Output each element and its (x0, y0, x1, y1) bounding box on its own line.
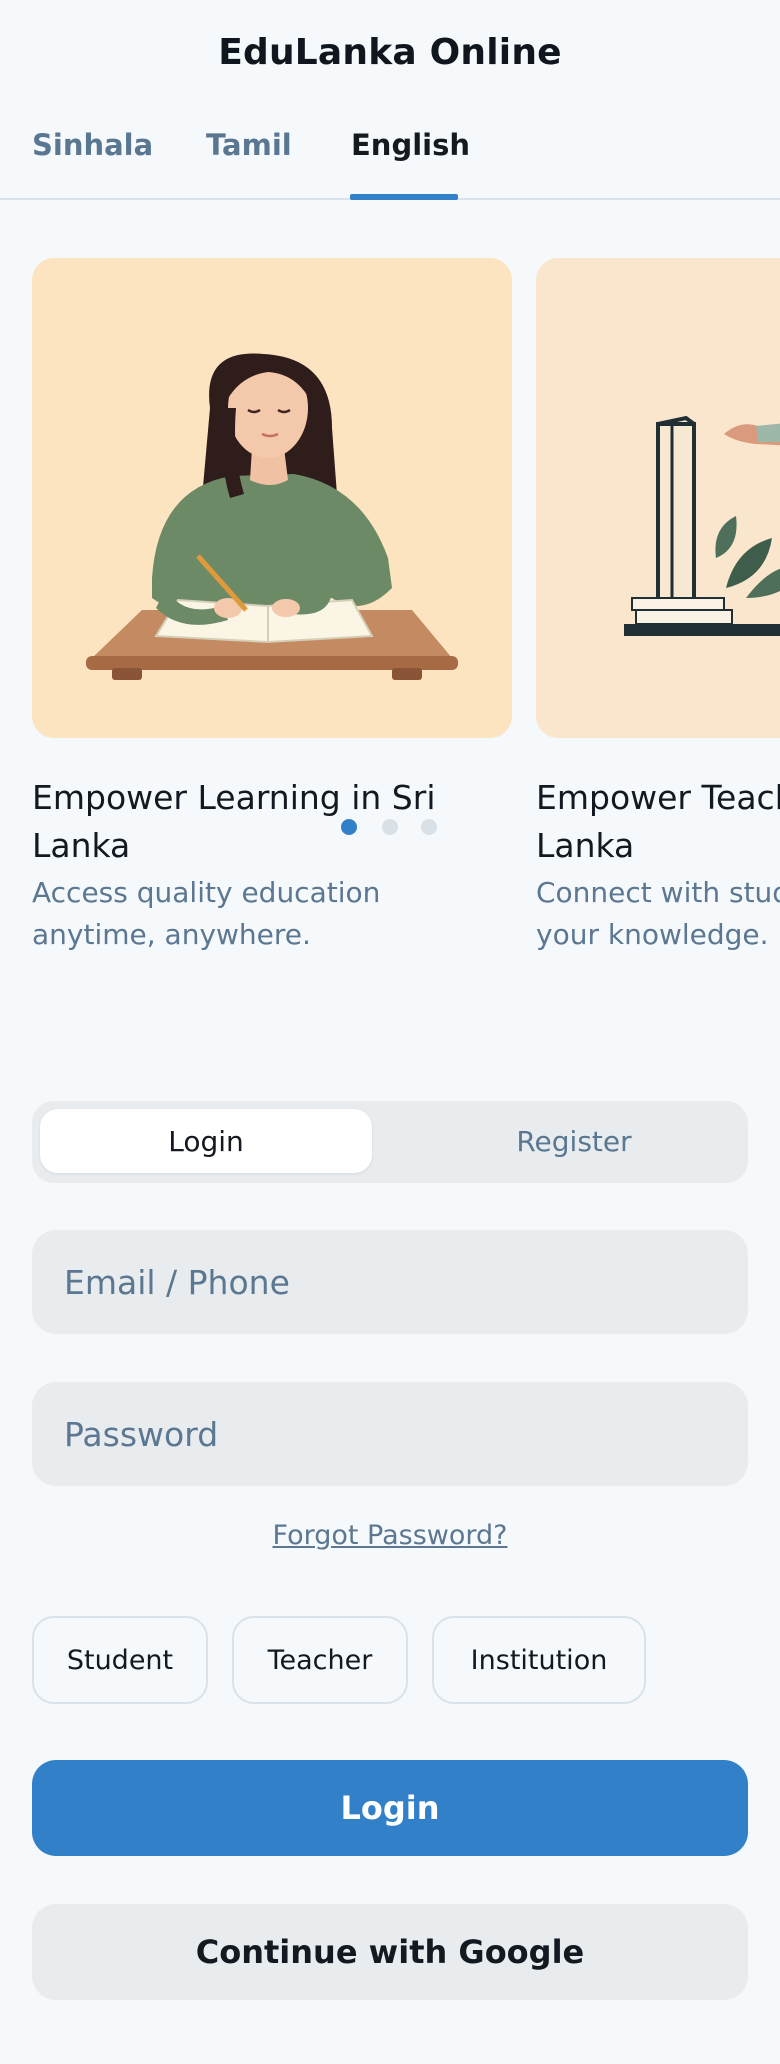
carousel-pagination (0, 819, 780, 839)
role-student-chip[interactable]: Student (32, 1616, 208, 1704)
login-tab[interactable]: Login (40, 1109, 372, 1173)
onboarding-carousel[interactable]: Empower Learning in Sri Lanka Access qua… (0, 200, 780, 1000)
app-title: EduLanka Online (218, 31, 562, 73)
app-header: EduLanka Online (0, 0, 780, 104)
pagination-dot[interactable] (382, 819, 398, 835)
language-tabs: Sinhala Tamil English (0, 104, 780, 200)
tab-sinhala[interactable]: Sinhala (32, 128, 153, 162)
tab-tamil[interactable]: Tamil (206, 128, 292, 162)
carousel-slide[interactable]: Empower Teaching in Sri Lanka Connect wi… (536, 258, 780, 956)
slide-description: Connect with students and share your kno… (536, 876, 780, 951)
google-signin-button[interactable]: Continue with Google (32, 1904, 748, 2000)
register-tab[interactable]: Register (408, 1109, 740, 1173)
email-phone-input[interactable] (32, 1230, 748, 1334)
teacher-whiteboard-illustration (536, 258, 780, 738)
password-input[interactable] (32, 1382, 748, 1486)
student-studying-illustration (32, 258, 512, 738)
slide-description: Access quality education anytime, anywhe… (32, 876, 381, 951)
pagination-dot[interactable] (421, 819, 437, 835)
auth-mode-toggle: Login Register (32, 1101, 748, 1183)
login-button[interactable]: Login (32, 1760, 748, 1856)
forgot-password-link[interactable]: Forgot Password? (0, 1520, 780, 1551)
role-institution-chip[interactable]: Institution (432, 1616, 646, 1704)
tab-english[interactable]: English (351, 128, 470, 162)
pagination-dot[interactable] (341, 819, 357, 835)
role-teacher-chip[interactable]: Teacher (232, 1616, 408, 1704)
carousel-slide[interactable]: Empower Learning in Sri Lanka Access qua… (32, 258, 512, 956)
